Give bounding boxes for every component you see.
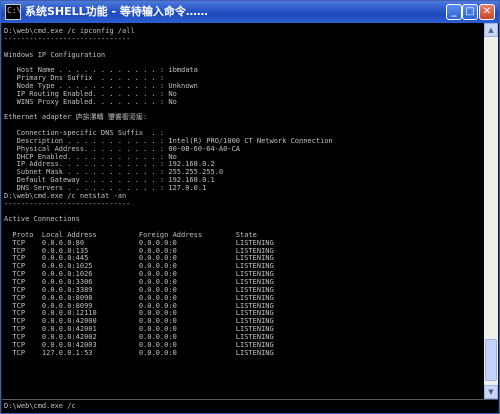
console-line: IP Address. . . . . . . . . . . . : 192.…	[4, 160, 215, 169]
console-line: Description . . . . . . . . . . . : Inte…	[4, 136, 333, 145]
minimize-button[interactable]: _	[446, 4, 462, 20]
console-line: TCP 0.0.0.0:42001 0.0.0.0:0 LISTENING	[4, 325, 274, 334]
console-line: TCP 0.0.0.0:80 0.0.0.0:0 LISTENING	[4, 238, 274, 247]
console-line: TCP 0.0.0.0:8098 0.0.0.0:0 LISTENING	[4, 293, 274, 302]
console-line: IP Routing Enabled. . . . . . . . : No	[4, 89, 177, 98]
console-line: TCP 0.0.0.0:42003 0.0.0.0:0 LISTENING	[4, 340, 274, 349]
command-input-bar	[2, 399, 498, 413]
console-line: Subnet Mask . . . . . . . . . . . : 255.…	[4, 168, 224, 177]
console-line: DHCP Enabled. . . . . . . . . . . : No	[4, 152, 177, 161]
console-line: TCP 0.0.0.0:3306 0.0.0.0:0 LISTENING	[4, 278, 274, 286]
window-title: 系统SHELL功能 - 等待输入命令……	[25, 5, 208, 18]
title-bar[interactable]: C:\ 系统SHELL功能 - 等待输入命令…… _ □ ✕	[1, 1, 499, 23]
console-line: D:\web\cmd.exe /c ipconfig /all	[4, 27, 135, 35]
console-line: TCP 0.0.0.0:445 0.0.0.0:0 LISTENING	[4, 254, 274, 263]
console-line: TCP 0.0.0.0:8099 0.0.0.0:0 LISTENING	[4, 301, 274, 310]
console-line: TCP 0.0.0.0:42000 0.0.0.0:0 LISTENING	[4, 317, 274, 326]
console-line: TCP 0.0.0.0:12110 0.0.0.0:0 LISTENING	[4, 309, 274, 318]
console-text: D:\web\cmd.exe /c ipconfig /all --------…	[2, 23, 484, 357]
console-line: D:\web\cmd.exe /c netstat -an	[4, 191, 127, 200]
console-line: TCP 0.0.0.0:135 0.0.0.0:0 LISTENING	[4, 246, 274, 255]
console-line: Proto Local Address Foreign Address Stat…	[4, 230, 257, 239]
close-button[interactable]: ✕	[479, 4, 495, 20]
console-line: TCP 127.0.0.1:53 0.0.0.0:0 LISTENING	[4, 348, 274, 357]
console-line: Ethernet adapter 庐旂漯疇 瓕讏衟滵瘥:	[4, 113, 148, 122]
console-line: Default Gateway . . . . . . . . . : 192.…	[4, 176, 215, 185]
console-line: Node Type . . . . . . . . . . . . : Unkn…	[4, 81, 198, 90]
console-line: Active Connections	[4, 215, 80, 224]
console-line: ------------------------------	[4, 34, 131, 43]
terminal-icon[interactable]: C:\	[5, 4, 21, 20]
shell-window: C:\ 系统SHELL功能 - 等待输入命令…… _ □ ✕ D:\web\cm…	[0, 0, 500, 414]
maximize-button[interactable]: □	[462, 4, 478, 20]
vertical-scrollbar[interactable]: ▲ ▼	[484, 23, 498, 399]
console-line: Primary Dns Suffix . . . . . . . :	[4, 74, 165, 83]
console-line: WINS Proxy Enabled. . . . . . . . : No	[4, 97, 177, 106]
console-line: Host Name . . . . . . . . . . . . : ibmd…	[4, 66, 198, 75]
console-line: Physical Address. . . . . . . . . : 00-0…	[4, 144, 241, 153]
scroll-thumb[interactable]	[485, 339, 497, 381]
scroll-down-arrow-icon[interactable]: ▼	[484, 385, 498, 399]
console-line: TCP 0.0.0.0:3389 0.0.0.0:0 LISTENING	[4, 285, 274, 294]
console-line: Connection-specific DNS Suffix . :	[4, 128, 165, 137]
console-line: TCP 0.0.0.0:1026 0.0.0.0:0 LISTENING	[4, 270, 274, 279]
console-output[interactable]: D:\web\cmd.exe /c ipconfig /all --------…	[2, 23, 484, 399]
console-line: ------------------------------	[4, 199, 131, 208]
console-line: TCP 0.0.0.0:1025 0.0.0.0:0 LISTENING	[4, 262, 274, 271]
command-input[interactable]	[4, 400, 484, 412]
console-line: DNS Servers . . . . . . . . . . . : 127.…	[4, 183, 207, 192]
scroll-up-arrow-icon[interactable]: ▲	[484, 23, 498, 37]
console-line: Windows IP Configuration	[4, 50, 106, 59]
console-line: TCP 0.0.0.0:42002 0.0.0.0:0 LISTENING	[4, 332, 274, 341]
